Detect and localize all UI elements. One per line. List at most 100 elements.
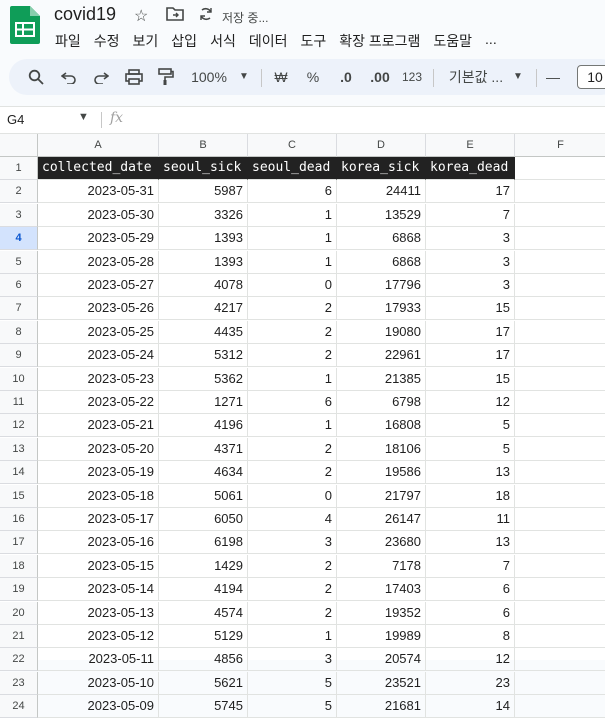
table-cell[interactable]: 19080 bbox=[337, 320, 426, 344]
menu-item[interactable]: 확장 프로그램 bbox=[339, 31, 420, 51]
table-cell[interactable]: 2023-05-09 bbox=[38, 695, 159, 718]
table-cell[interactable]: 5312 bbox=[159, 344, 248, 368]
table-cell[interactable]: 7 bbox=[426, 203, 515, 227]
table-cell[interactable]: 5 bbox=[248, 695, 337, 718]
table-cell[interactable]: 17 bbox=[426, 344, 515, 368]
empty-cell[interactable] bbox=[515, 625, 605, 648]
table-cell[interactable]: 16808 bbox=[337, 414, 426, 438]
table-cell[interactable]: 5 bbox=[248, 671, 337, 695]
row-header[interactable]: 11 bbox=[0, 391, 38, 414]
table-cell[interactable]: 1 bbox=[248, 367, 337, 391]
table-cell[interactable]: 17 bbox=[426, 180, 515, 204]
table-cell[interactable]: 1 bbox=[248, 250, 337, 274]
table-cell[interactable]: 4634 bbox=[159, 461, 248, 485]
table-cell[interactable]: 5745 bbox=[159, 695, 248, 718]
empty-cell[interactable] bbox=[515, 508, 605, 531]
table-cell[interactable]: 2023-05-24 bbox=[38, 344, 159, 368]
decrease-decimal-button[interactable]: .0 bbox=[335, 59, 357, 95]
table-cell[interactable]: 23521 bbox=[337, 671, 426, 695]
table-cell[interactable]: 22961 bbox=[337, 344, 426, 368]
table-cell[interactable]: 0 bbox=[248, 274, 337, 297]
table-cell[interactable]: 18106 bbox=[337, 437, 426, 461]
empty-cell[interactable] bbox=[515, 695, 605, 718]
table-cell[interactable]: 6050 bbox=[159, 508, 248, 531]
table-cell[interactable]: 4217 bbox=[159, 297, 248, 321]
table-cell[interactable]: 1393 bbox=[159, 227, 248, 251]
header-cell[interactable]: collected_date bbox=[38, 157, 159, 180]
table-cell[interactable]: 5 bbox=[426, 437, 515, 461]
menu-item[interactable]: 데이터 bbox=[249, 31, 288, 51]
row-header[interactable]: 6 bbox=[0, 274, 38, 297]
table-cell[interactable]: 4371 bbox=[159, 437, 248, 461]
table-cell[interactable]: 3 bbox=[426, 227, 515, 251]
table-cell[interactable]: 6798 bbox=[337, 391, 426, 414]
increase-decimal-button[interactable]: .00 bbox=[367, 59, 393, 95]
table-cell[interactable]: 23680 bbox=[337, 531, 426, 555]
move-folder-icon[interactable] bbox=[166, 6, 184, 27]
column-header-b[interactable]: B bbox=[159, 134, 248, 157]
table-cell[interactable]: 6 bbox=[248, 391, 337, 414]
table-cell[interactable]: 2 bbox=[248, 437, 337, 461]
table-cell[interactable]: 13 bbox=[426, 461, 515, 485]
table-cell[interactable]: 5129 bbox=[159, 625, 248, 648]
table-cell[interactable]: 5061 bbox=[159, 484, 248, 508]
table-cell[interactable]: 2023-05-28 bbox=[38, 250, 159, 274]
name-box-dropdown-icon[interactable]: ▼ bbox=[78, 111, 89, 123]
table-cell[interactable]: 0 bbox=[248, 484, 337, 508]
empty-cell[interactable] bbox=[515, 438, 605, 461]
table-cell[interactable]: 2023-05-27 bbox=[38, 274, 159, 297]
table-cell[interactable]: 4196 bbox=[159, 414, 248, 438]
table-cell[interactable]: 1 bbox=[248, 203, 337, 227]
column-header-e[interactable]: E bbox=[426, 134, 515, 157]
table-cell[interactable]: 6 bbox=[426, 578, 515, 602]
number-format-button[interactable]: 123 bbox=[400, 59, 424, 95]
menu-item[interactable]: 보기 bbox=[133, 31, 159, 51]
empty-cell[interactable] bbox=[515, 251, 605, 274]
table-cell[interactable]: 2023-05-10 bbox=[38, 671, 159, 695]
table-cell[interactable]: 7178 bbox=[337, 554, 426, 578]
row-header[interactable]: 9 bbox=[0, 344, 38, 368]
doc-title[interactable]: covid19 bbox=[54, 4, 116, 25]
font-select[interactable]: 기본값 ... bbox=[445, 59, 507, 95]
table-cell[interactable]: 2023-05-25 bbox=[38, 320, 159, 344]
row-header[interactable]: 21 bbox=[0, 625, 38, 648]
row-header[interactable]: 2 bbox=[0, 180, 38, 204]
table-cell[interactable]: 6198 bbox=[159, 531, 248, 555]
empty-cell[interactable] bbox=[515, 555, 605, 578]
table-cell[interactable]: 2 bbox=[248, 297, 337, 321]
print-icon[interactable] bbox=[123, 59, 145, 95]
table-cell[interactable]: 2023-05-20 bbox=[38, 437, 159, 461]
table-cell[interactable]: 1 bbox=[248, 414, 337, 438]
row-header[interactable]: 8 bbox=[0, 320, 38, 344]
table-cell[interactable]: 13 bbox=[426, 531, 515, 555]
table-cell[interactable]: 2023-05-18 bbox=[38, 484, 159, 508]
table-cell[interactable]: 3 bbox=[248, 531, 337, 555]
table-cell[interactable]: 14 bbox=[426, 695, 515, 718]
table-cell[interactable]: 12 bbox=[426, 391, 515, 414]
table-cell[interactable]: 21797 bbox=[337, 484, 426, 508]
table-cell[interactable]: 2 bbox=[248, 554, 337, 578]
table-cell[interactable]: 4435 bbox=[159, 320, 248, 344]
table-cell[interactable]: 2023-05-15 bbox=[38, 554, 159, 578]
table-cell[interactable]: 4 bbox=[248, 508, 337, 531]
paint-format-icon[interactable] bbox=[155, 59, 177, 95]
table-cell[interactable]: 17796 bbox=[337, 274, 426, 297]
menu-item[interactable]: 도움말 bbox=[433, 31, 472, 51]
table-cell[interactable]: 2 bbox=[248, 601, 337, 625]
zoom-select[interactable]: 100% bbox=[189, 59, 229, 95]
table-cell[interactable]: 4574 bbox=[159, 601, 248, 625]
empty-cell[interactable] bbox=[515, 414, 605, 438]
empty-cell[interactable] bbox=[515, 344, 605, 368]
row-header[interactable]: 10 bbox=[0, 367, 38, 391]
empty-cell[interactable] bbox=[515, 204, 605, 227]
row-header[interactable]: 7 bbox=[0, 297, 38, 321]
table-cell[interactable]: 17933 bbox=[337, 297, 426, 321]
empty-cell[interactable] bbox=[515, 368, 605, 391]
empty-cell[interactable] bbox=[515, 227, 605, 251]
table-cell[interactable]: 6868 bbox=[337, 227, 426, 251]
table-cell[interactable]: 2023-05-21 bbox=[38, 414, 159, 438]
select-all-corner[interactable] bbox=[0, 134, 38, 157]
row-header[interactable]: 12 bbox=[0, 414, 38, 438]
star-icon[interactable]: ☆ bbox=[134, 6, 148, 26]
table-cell[interactable]: 2 bbox=[248, 344, 337, 368]
